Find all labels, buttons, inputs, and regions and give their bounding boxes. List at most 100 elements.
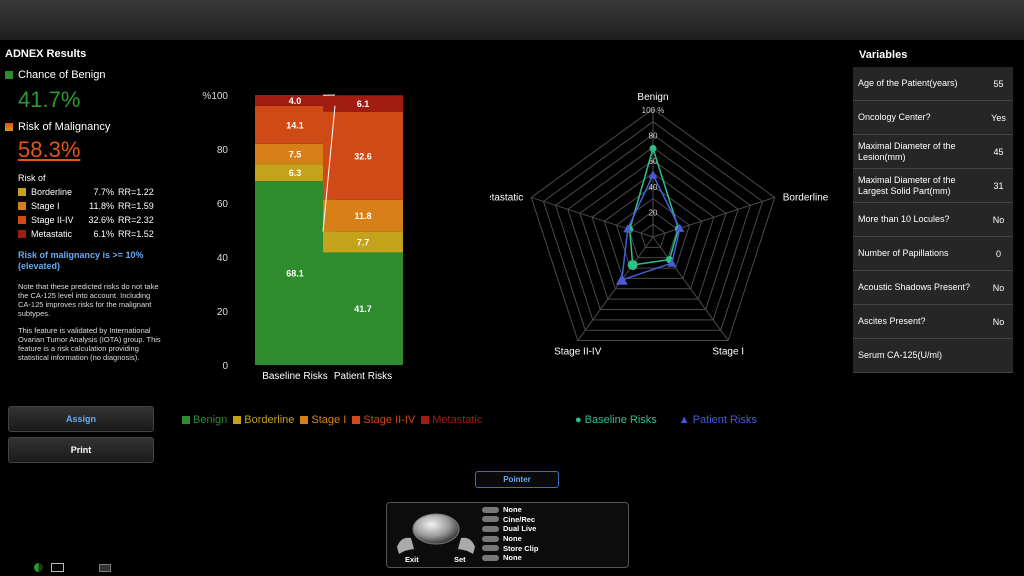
exit-key-icon (397, 537, 414, 554)
variable-row[interactable]: Maximal Diameter of the Lesion(mm) 45 (853, 135, 1013, 169)
variable-label: Number of Papillations (858, 248, 949, 258)
risk-list: Borderline 7.7% RR=1.22 Stage I 11.8% RR=1.59… (5, 187, 165, 239)
radar-ring-label: 20 (649, 208, 658, 217)
risk-relative: RR=1.22 (118, 187, 154, 197)
function-key-icon (482, 506, 499, 513)
y-tick-label: 20 (217, 307, 229, 318)
function-key-item[interactable]: None (482, 534, 538, 544)
variables-table: Age of the Patient(years) 55 Oncology Cent… (853, 67, 1013, 373)
set-label: Set (454, 555, 466, 564)
function-key-item[interactable]: Store Clip (482, 543, 538, 553)
variable-row[interactable]: More than 10 Locules? No (853, 203, 1013, 237)
variable-row[interactable]: Age of the Patient(years) 55 (853, 67, 1013, 101)
radar-legend-label: Patient Risks (692, 414, 757, 426)
function-key-item[interactable]: Dual Live (482, 524, 538, 534)
bar-value-label: 7.7 (357, 238, 370, 248)
exit-label: Exit (405, 555, 419, 564)
radar-point (648, 170, 658, 179)
malignancy-legend: Risk of Malignancy (5, 121, 165, 133)
radar-chart: 20406080100 %BenignBorderlineStage IStag… (490, 92, 829, 358)
variables-panel: Variables Age of the Patient(years) 55 Onc… (853, 48, 1013, 373)
variable-row[interactable]: Serum CA-125(U/ml) (853, 339, 1013, 373)
y-tick-label: 0 (222, 361, 228, 372)
risk-name: Borderline (31, 187, 73, 197)
risk-name: Stage II-IV (31, 215, 74, 225)
function-key-label: None (503, 553, 522, 563)
benign-swatch (5, 71, 13, 79)
risk-relative: RR=2.32 (118, 215, 154, 225)
y-tick-label: 60 (217, 199, 229, 210)
variables-title: Variables (859, 49, 908, 61)
bar-value-label: 41.7 (354, 304, 372, 314)
function-key-icon (482, 554, 499, 561)
risk-row: Borderline 7.7% RR=1.22 (18, 187, 165, 197)
bar-value-label: 11.8 (354, 211, 371, 221)
variable-value: No (992, 282, 1005, 293)
function-key-item[interactable]: None (482, 505, 538, 515)
variable-row[interactable]: Number of Papillations 0 (853, 237, 1013, 271)
radar-axis-label: Metastatic (490, 192, 523, 203)
risk-name: Stage I (31, 201, 60, 211)
circle-marker-icon: ● (575, 414, 582, 426)
validation-note: This feature is validated by Internation… (18, 326, 161, 362)
risk-swatch (18, 216, 26, 224)
risk-row: Stage I 11.8% RR=1.59 (18, 201, 165, 211)
bar-value-label: 68.1 (286, 269, 304, 279)
risk-name: Metastatic (31, 229, 73, 239)
radar-spoke (531, 196, 654, 238)
x-category-label: Baseline Risks (262, 371, 328, 382)
radar-axis-label: Borderline (783, 192, 829, 203)
radar-chart-legend: ● Baseline Risks ▲ Patient Risks (575, 414, 757, 426)
control-panel: Exit Set None Cine/Rec Dual Live None Store … (386, 502, 629, 568)
malignancy-value: 58.3% (18, 137, 81, 162)
radar-point (649, 145, 657, 153)
ca125-note: Note that these predicted risks do not t… (18, 282, 159, 318)
set-key-icon (458, 537, 475, 554)
risk-relative: RR=1.52 (118, 229, 154, 239)
function-key-label: None (503, 534, 522, 544)
y-tick-label: 40 (217, 253, 229, 264)
legend-swatch (421, 416, 430, 424)
variable-row[interactable]: Ascites Present? No (853, 305, 1013, 339)
variable-row[interactable]: Oncology Center? Yes (853, 101, 1013, 135)
variable-row[interactable]: Maximal Diameter of the Largest Solid Pa… (853, 169, 1013, 203)
y-tick-label: %100 (202, 91, 228, 102)
assign-button[interactable]: Assign (8, 406, 154, 432)
radar-point (627, 259, 638, 270)
pointer-button[interactable]: Pointer (475, 471, 559, 488)
function-key-list: None Cine/Rec Dual Live None Store Clip None (482, 505, 538, 563)
variable-value: 0 (995, 248, 1001, 259)
radar-axis-label: Stage I (712, 347, 744, 358)
legend-label: Stage II-IV (363, 414, 416, 426)
function-key-item[interactable]: None (482, 553, 538, 563)
bar-value-label: 32.6 (354, 151, 372, 161)
risk-swatch (18, 230, 26, 238)
variable-row[interactable]: Acoustic Shadows Present? No (853, 271, 1013, 305)
variable-value: 31 (993, 180, 1004, 191)
variable-label: Acoustic Shadows Present? (858, 282, 971, 292)
legend-label: Stage I (311, 414, 347, 426)
stacked-bar-chart: 0 20 40 60 80 %100 68.1 6.3 7.5 14.1 4.0 Baseline R… (202, 91, 403, 382)
benign-value: 41.7% (18, 87, 81, 112)
legend-swatch (233, 416, 242, 424)
variable-label: Oncology Center? (858, 112, 931, 122)
bar-value-label: 6.3 (289, 168, 302, 178)
x-category-label: Patient Risks (334, 371, 392, 382)
function-key-label: Store Clip (503, 543, 539, 553)
variable-label: More than 10 Locules? (858, 214, 950, 224)
print-button[interactable]: Print (8, 437, 154, 463)
risk-row: Metastatic 6.1% RR=1.52 (18, 229, 165, 239)
risk-relative: RR=1.59 (118, 201, 154, 211)
risk-percent: 11.8% (89, 201, 114, 211)
radar-point (615, 273, 628, 285)
variable-value: No (992, 214, 1005, 225)
results-panel: ADNEX Results Chance of Benign 41.7% Ris… (5, 48, 165, 362)
function-key-item[interactable]: Cine/Rec (482, 515, 538, 525)
bar-value-label: 4.0 (289, 96, 302, 106)
variable-label: Age of the Patient(years) (858, 78, 958, 88)
variable-label: Maximal Diameter of the Largest Solid Pa… (858, 174, 956, 196)
radar-ring-label: 40 (649, 183, 658, 192)
bar-chart-legend: Benign Borderline Stage I Stage II-IV Metast… (182, 414, 482, 426)
radar-ring-label: 80 (649, 132, 658, 141)
variable-value: No (992, 316, 1005, 327)
